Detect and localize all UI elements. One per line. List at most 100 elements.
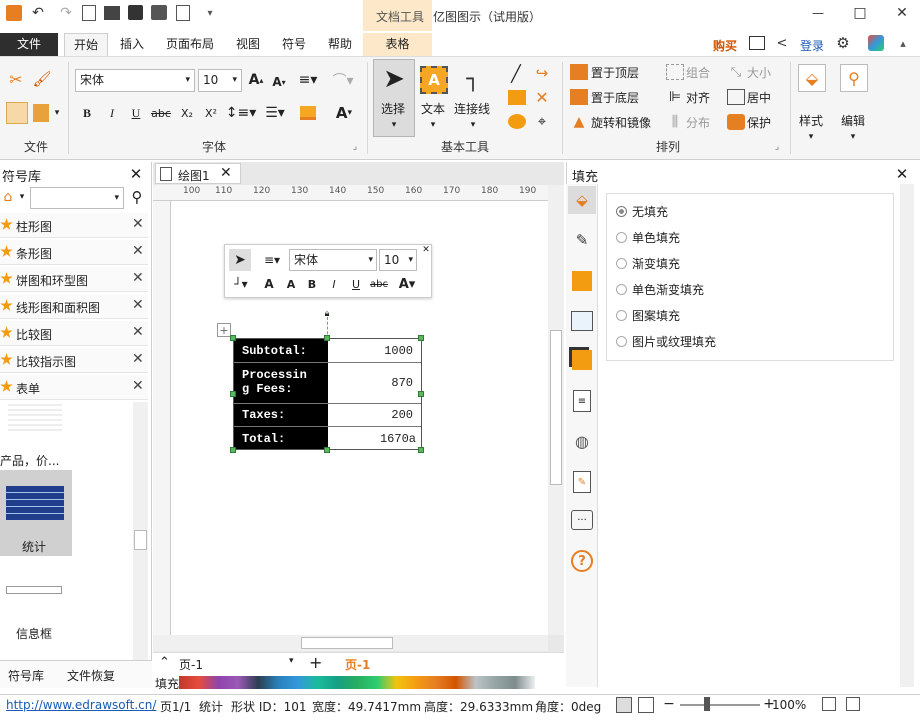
- edit-label[interactable]: 编辑: [841, 112, 865, 129]
- connector-style-icon[interactable]: ┘▾: [231, 275, 251, 293]
- table-shape[interactable]: Subtotal: Processin g Fees: Taxes: Total…: [233, 338, 422, 450]
- fill-option-picture[interactable]: 图片或纹理填充: [616, 332, 716, 350]
- line-pen-icon[interactable]: ✎: [570, 229, 594, 251]
- size-label[interactable]: 大小: [747, 65, 771, 81]
- resize-handle[interactable]: [230, 447, 236, 453]
- grow-font-icon[interactable]: A ▴: [247, 70, 265, 90]
- library-item[interactable]: 比较图 ✕: [0, 321, 148, 346]
- help-icon[interactable]: ?: [571, 550, 593, 572]
- bring-to-front-icon[interactable]: [570, 64, 588, 80]
- bold-icon[interactable]: B: [79, 104, 95, 122]
- page-select[interactable]: 页-1: [179, 656, 203, 673]
- send-to-back-label[interactable]: 置于底层: [591, 90, 639, 106]
- font-color-icon[interactable]: A▾: [330, 102, 358, 124]
- shape-thumbnail[interactable]: [6, 586, 62, 594]
- radio[interactable]: [616, 309, 627, 321]
- share-icon[interactable]: <: [775, 34, 789, 52]
- close-toolbar-icon[interactable]: ✕: [421, 245, 431, 255]
- font-dialog-launcher-icon[interactable]: ⌟: [350, 142, 360, 152]
- zoom-out-icon[interactable]: −: [662, 695, 676, 713]
- fill-option-gradient[interactable]: 渐变填充: [616, 254, 680, 272]
- library-search-input[interactable]: ▾: [30, 187, 124, 209]
- close-library-icon[interactable]: ✕: [132, 378, 144, 394]
- close-library-icon[interactable]: ✕: [132, 243, 144, 259]
- login-link[interactable]: 登录: [800, 37, 824, 54]
- tab-symbol-library[interactable]: 符号库: [8, 667, 44, 684]
- page-tab-active[interactable]: 页-1: [345, 656, 370, 673]
- resize-handle[interactable]: [418, 447, 424, 453]
- theme-icon[interactable]: [868, 35, 884, 51]
- library-menu-icon[interactable]: ▾: [17, 189, 27, 205]
- shrink-font-icon[interactable]: A: [283, 275, 299, 293]
- globe-icon[interactable]: ◍: [571, 430, 593, 452]
- send-to-back-icon[interactable]: [570, 89, 588, 105]
- align-icon[interactable]: ⊫: [666, 89, 684, 105]
- align-text-icon[interactable]: ≡▾: [259, 251, 285, 269]
- resize-handle[interactable]: [418, 335, 424, 341]
- library-item[interactable]: 比较指示图 ✕: [0, 348, 148, 373]
- italic-icon[interactable]: I: [327, 275, 341, 293]
- edit-search-icon[interactable]: ⚲: [840, 64, 868, 92]
- buy-link[interactable]: 购买: [713, 37, 737, 54]
- text-tool-icon[interactable]: A: [420, 66, 448, 94]
- mini-font-select[interactable]: 宋体 ▾: [289, 249, 377, 271]
- center-icon[interactable]: [727, 89, 745, 105]
- align-label[interactable]: 对齐: [686, 90, 710, 106]
- center-label[interactable]: 居中: [747, 90, 771, 106]
- close-library-icon[interactable]: ✕: [132, 324, 144, 340]
- lock-icon[interactable]: 🔒︎: [323, 309, 331, 319]
- fill-option-single-gradient[interactable]: 单色渐变填充: [616, 280, 704, 298]
- table-cell-value[interactable]: 1670a: [380, 432, 416, 446]
- style-icon[interactable]: ⬙: [798, 64, 826, 92]
- resize-handle[interactable]: [230, 335, 236, 341]
- open-icon[interactable]: [104, 6, 120, 20]
- fill-option-solid[interactable]: 单色填充: [616, 228, 680, 246]
- page-select-dropdown-icon[interactable]: ▾: [289, 656, 294, 666]
- radio[interactable]: [616, 283, 627, 295]
- select-dropdown-icon[interactable]: ▾: [389, 120, 399, 130]
- image-icon[interactable]: [571, 311, 593, 331]
- crop-tool-icon[interactable]: ⌖: [532, 112, 552, 130]
- add-shape-icon[interactable]: +: [217, 323, 231, 337]
- copy-icon[interactable]: [6, 102, 28, 124]
- style-dropdown-icon[interactable]: ▾: [806, 132, 816, 142]
- radio[interactable]: [616, 231, 627, 243]
- tab-file[interactable]: 文件: [0, 33, 58, 56]
- style-label[interactable]: 样式: [799, 112, 823, 129]
- arc-tool-icon[interactable]: ↪: [532, 64, 552, 82]
- table-cell-label[interactable]: Subtotal:: [242, 344, 307, 358]
- radio[interactable]: [616, 335, 627, 347]
- undo-icon[interactable]: ↶: [28, 5, 48, 21]
- tab-help[interactable]: 帮助: [322, 33, 358, 56]
- format-painter-icon[interactable]: 🖌: [32, 70, 51, 88]
- shape-thumbnail[interactable]: [8, 404, 62, 432]
- tab-symbol[interactable]: 符号: [276, 33, 312, 56]
- close-right-panel-icon[interactable]: ✕: [894, 165, 910, 183]
- close-window-button[interactable]: ✕: [884, 3, 920, 23]
- underline-icon[interactable]: U: [349, 275, 363, 293]
- screen-icon[interactable]: [749, 36, 765, 50]
- library-item[interactable]: 饼图和环型图 ✕: [0, 267, 148, 292]
- tab-page-layout[interactable]: 页面布局: [160, 33, 220, 56]
- canvas-horizontal-scrollbar[interactable]: [153, 635, 548, 651]
- tab-view[interactable]: 视图: [228, 33, 268, 56]
- cross-tool-icon[interactable]: ✕: [532, 88, 552, 107]
- line-spacing-icon[interactable]: ↕≡▾: [226, 102, 257, 124]
- bold-icon[interactable]: B: [305, 275, 319, 293]
- mini-size-select[interactable]: 10 ▾: [379, 249, 417, 271]
- strikethrough-icon[interactable]: abc: [369, 275, 389, 293]
- group-label[interactable]: 组合: [686, 65, 710, 81]
- fit-page-icon[interactable]: [822, 697, 836, 711]
- page-view-icon[interactable]: [616, 697, 632, 713]
- print-icon[interactable]: [151, 5, 167, 20]
- table-cell-value[interactable]: 870: [391, 376, 413, 390]
- distribute-label[interactable]: 分布: [686, 115, 710, 131]
- edit-dropdown-icon[interactable]: ▾: [848, 132, 858, 142]
- scrollbar-thumb[interactable]: [550, 330, 562, 485]
- settings-gear-icon[interactable]: ⚙: [834, 34, 852, 52]
- layer-icon[interactable]: [572, 350, 592, 370]
- redo-icon[interactable]: ↷: [58, 5, 74, 21]
- shadow-icon[interactable]: [572, 271, 592, 291]
- superscript-icon[interactable]: X²: [202, 104, 220, 122]
- resize-handle[interactable]: [324, 335, 330, 341]
